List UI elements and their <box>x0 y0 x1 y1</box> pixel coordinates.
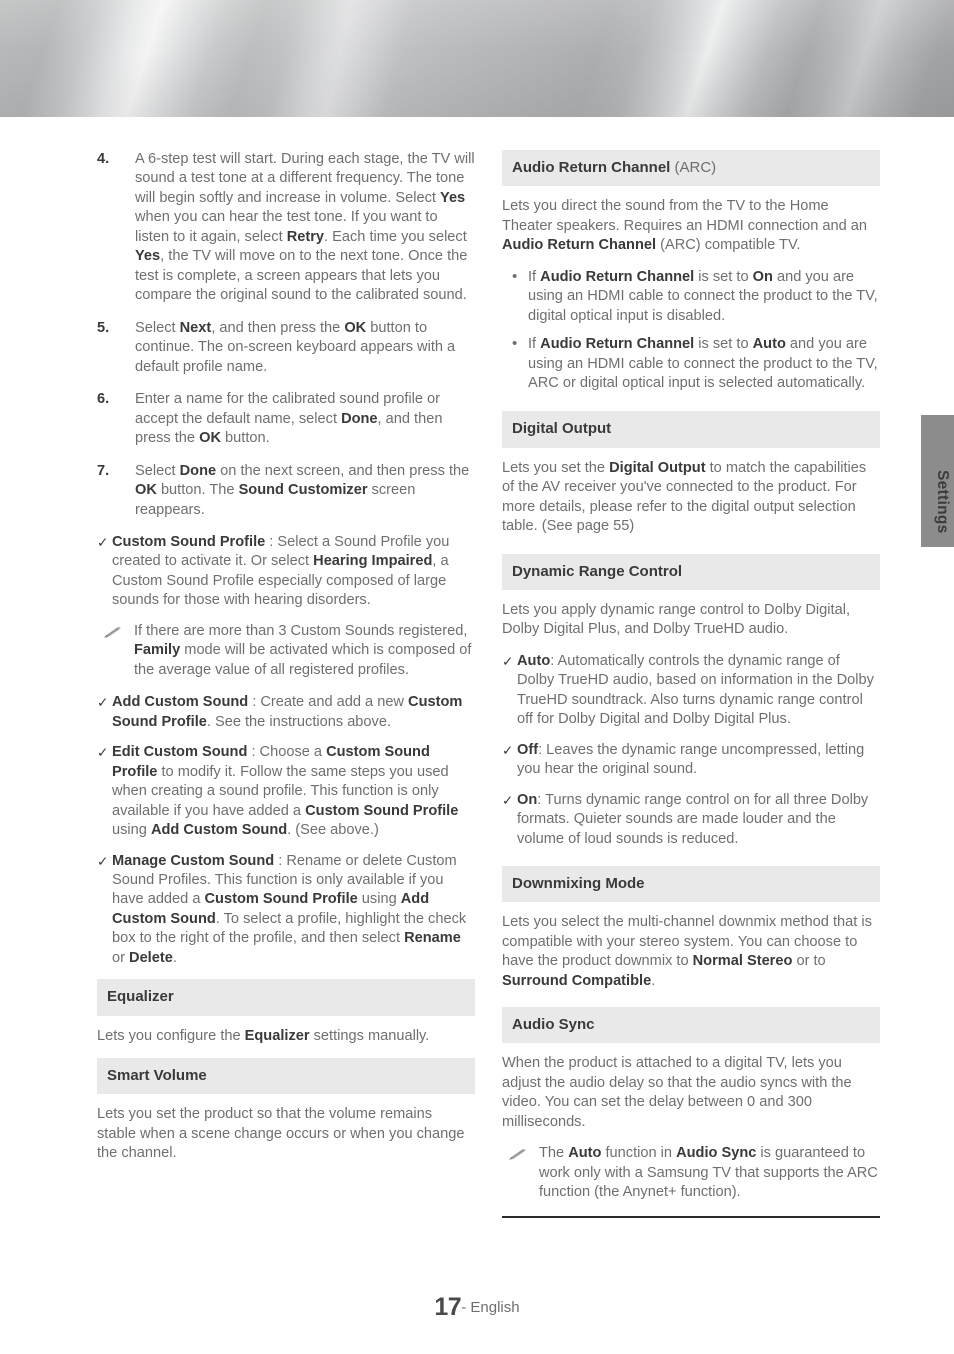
checkmark-item-text: Off: Leaves the dynamic range uncompress… <box>517 741 865 778</box>
bullet-item-text: If Audio Return Channel is set to On and… <box>528 268 878 324</box>
step-text: A 6-step test will start. During each st… <box>135 151 475 304</box>
checkmark-icon: ✓ <box>97 745 109 761</box>
checkmark-icon: ✓ <box>97 853 109 869</box>
section-header-smart-volume: Smart Volume <box>97 1058 475 1095</box>
section-header-audio-return-channel: Audio Return Channel (ARC) <box>502 150 880 187</box>
numbered-step: 6. Enter a name for the calibrated sound… <box>97 390 475 448</box>
checkmark-list-item: ✓ Auto: Automatically controls the dynam… <box>502 652 880 730</box>
bullet-list-item: • If Audio Return Channel is set to Auto… <box>502 335 880 393</box>
step-text: Enter a name for the calibrated sound pr… <box>135 391 443 447</box>
section-header-audio-sync: Audio Sync <box>502 1007 880 1044</box>
checkmark-icon: ✓ <box>502 653 514 669</box>
note-item: If there are more than 3 Custom Sounds r… <box>97 622 475 680</box>
footer-language-label: - English <box>461 1299 520 1316</box>
checkmark-list-item: ✓ Off: Leaves the dynamic range uncompre… <box>502 741 880 780</box>
bullet-item-text: If Audio Return Channel is set to Auto a… <box>528 336 878 391</box>
bullet-dot-icon: • <box>512 267 518 285</box>
section-header-dynamic-range-control: Dynamic Range Control <box>502 553 880 590</box>
section-body-dynamic-range-control: Lets you apply dynamic range control to … <box>502 601 850 638</box>
checkmark-icon: ✓ <box>97 695 109 711</box>
horizontal-rule <box>502 1215 880 1218</box>
page-number: 17 <box>434 1293 462 1321</box>
checkmark-icon: ✓ <box>502 792 514 808</box>
checkmark-list-item: ✓ Custom Sound Profile : Select a Sound … <box>97 533 475 611</box>
checkmark-icon: ✓ <box>97 534 109 550</box>
section-header-downmixing-mode: Downmixing Mode <box>502 866 880 903</box>
banner-sheen-overlay <box>0 0 954 117</box>
section-body-equalizer: Lets you configure the Equalizer setting… <box>97 1027 430 1044</box>
checkmark-list-item: ✓ Edit Custom Sound : Choose a Custom So… <box>97 743 475 840</box>
section-body-audio-return-channel: Lets you direct the sound from the TV to… <box>502 198 868 254</box>
note-text: If there are more than 3 Custom Sounds r… <box>134 622 472 678</box>
checkmark-item-text: Edit Custom Sound : Choose a Custom Soun… <box>112 744 459 839</box>
checkmark-item-text: Auto: Automatically controls the dynamic… <box>517 652 874 728</box>
checkmark-icon: ✓ <box>502 742 514 758</box>
note-text: The Auto function in Audio Sync is guara… <box>539 1145 878 1201</box>
bullet-dot-icon: • <box>512 335 518 353</box>
section-header-equalizer: Equalizer <box>97 979 475 1016</box>
section-header-digital-output: Digital Output <box>502 411 880 448</box>
pencil-icon <box>103 622 134 680</box>
section-body-digital-output: Lets you set the Digital Output to match… <box>502 459 867 535</box>
bullet-list-item: • If Audio Return Channel is set to On a… <box>502 268 880 326</box>
checkmark-item-text: Add Custom Sound : Create and add a new … <box>112 694 463 730</box>
checkmark-item-text: On: Turns dynamic range control on for a… <box>517 791 869 847</box>
step-number: 6. <box>97 391 110 408</box>
checkmark-list-item: ✓ Add Custom Sound : Create and add a ne… <box>97 693 475 732</box>
pencil-icon <box>508 1144 539 1202</box>
checkmark-list-item: ✓ Manage Custom Sound : Rename or delete… <box>97 852 475 969</box>
step-text: Select Next, and then press the OK butto… <box>135 319 456 375</box>
page-footer: 17- English <box>0 1293 954 1322</box>
section-header-title: Audio Return Channel <box>512 159 671 176</box>
section-body-downmixing-mode: Lets you select the multi-channel downmi… <box>502 914 872 989</box>
step-number: 4. <box>97 151 110 167</box>
left-column: 4. A 6-step test will start. During each… <box>97 150 475 1176</box>
checkmark-item-text: Manage Custom Sound : Rename or delete C… <box>112 852 467 966</box>
numbered-step: 5. Select Next, and then press the OK bu… <box>97 319 475 377</box>
step-text: Select Done on the next screen, and then… <box>135 462 470 518</box>
step-number: 5. <box>97 319 110 336</box>
numbered-step: 4. A 6-step test will start. During each… <box>97 150 475 306</box>
section-header-suffix: (ARC) <box>670 159 717 176</box>
header-banner-image <box>0 0 954 117</box>
step-number: 7. <box>97 462 110 479</box>
checkmark-item-text: Custom Sound Profile : Select a Sound Pr… <box>112 533 450 609</box>
right-column: Audio Return Channel (ARC) Lets you dire… <box>502 150 880 1218</box>
section-body-audio-sync: When the product is attached to a digita… <box>502 1055 852 1130</box>
numbered-step: 7. Select Done on the next screen, and t… <box>97 462 475 520</box>
checkmark-list-item: ✓ On: Turns dynamic range control on for… <box>502 791 880 849</box>
note-item: The Auto function in Audio Sync is guara… <box>502 1144 880 1202</box>
section-body-smart-volume: Lets you set the product so that the vol… <box>97 1106 465 1162</box>
